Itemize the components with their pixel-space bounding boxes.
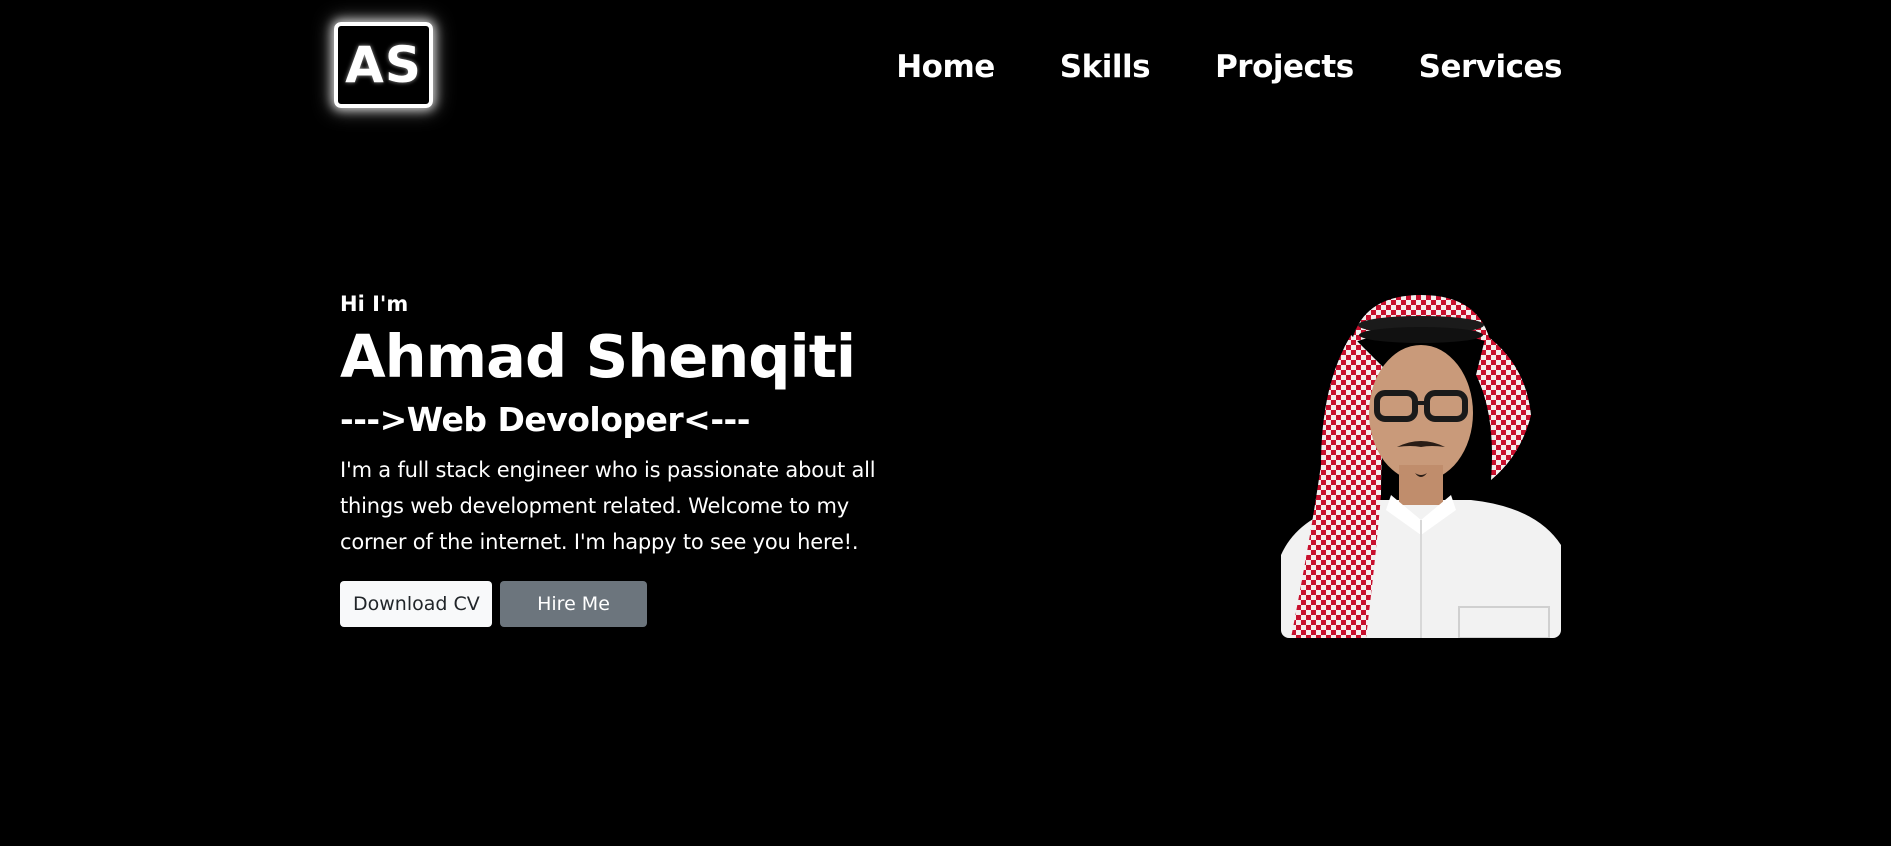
download-cv-button[interactable]: Download CV	[340, 581, 492, 627]
profile-photo-illustration	[1281, 295, 1561, 638]
hero-description: I'm a full stack engineer who is passion…	[340, 458, 876, 554]
hire-me-button[interactable]: Hire Me	[500, 581, 647, 627]
hero-greeting: Hi I'm	[340, 292, 409, 316]
page: AS Home Skills Projects Services Hi I'm …	[0, 0, 1891, 846]
nav-skills-link[interactable]: Skills	[1060, 49, 1151, 85]
logo-text: AS	[345, 36, 422, 94]
hero-name: Ahmad Shenqiti	[340, 322, 856, 391]
main-nav: Home Skills Projects Services	[896, 42, 1562, 92]
hero-role: --->Web Devoloper<---	[340, 400, 750, 439]
hero-buttons: Download CV Hire Me	[340, 581, 920, 627]
logo[interactable]: AS	[334, 22, 433, 108]
nav-home-link[interactable]: Home	[896, 49, 995, 85]
nav-services-link[interactable]: Services	[1419, 49, 1563, 85]
profile-photo	[1281, 295, 1561, 638]
hero-section: Hi I'm Ahmad Shenqiti --->Web Devoloper<…	[340, 290, 920, 627]
nav-projects-link[interactable]: Projects	[1215, 49, 1354, 85]
